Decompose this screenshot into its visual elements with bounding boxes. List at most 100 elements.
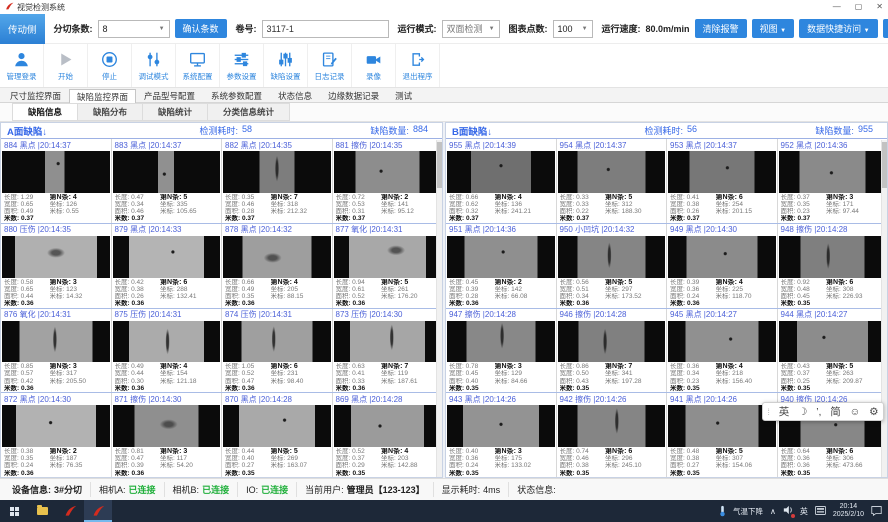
scrollbar-thumb[interactable]	[437, 142, 442, 188]
exit-button[interactable]: 退出程序	[396, 44, 440, 87]
keyboard-icon[interactable]	[815, 506, 826, 517]
defect-meter-mark: 米标: 132.41	[160, 293, 218, 300]
defect-image	[558, 321, 666, 363]
subtab-1[interactable]: 缺陷信息	[12, 103, 78, 121]
detect-time-label: 检测耗时:	[200, 124, 239, 137]
panel-scrollbar[interactable]	[881, 140, 887, 477]
data-access-menu-button[interactable]: 数据快捷访问 ▼	[799, 19, 877, 38]
file-explorer-button[interactable]	[28, 500, 56, 522]
system-config-button[interactable]: 系统配置	[176, 44, 220, 87]
drive-side-button[interactable]: 传动侧	[0, 14, 45, 44]
chart-points-select[interactable]: 100 ▼	[553, 20, 593, 38]
slit-count-select[interactable]: 8 ▼	[98, 20, 170, 38]
app-taskbar-button[interactable]	[56, 500, 84, 522]
defect-cell[interactable]: 874 压伤 |20:14:31长度: 1.05宽度: 0.52面积: 0.47…	[221, 309, 332, 393]
tray-clock[interactable]: 20:14 2025/2/10	[833, 503, 864, 519]
weather-text[interactable]: 气温下降	[733, 506, 763, 517]
clear-alarm-button[interactable]: 清除报警	[695, 19, 747, 38]
defect-cell[interactable]: 951 黑点 |20:14:36长度: 0.45宽度: 0.39面积: 0.28…	[446, 224, 556, 308]
defect-position: 第N条: 7坐标: 318米标: 212.32	[271, 194, 329, 222]
close-icon[interactable]: ✕	[876, 3, 883, 11]
ime-lang-indicator[interactable]: 英	[800, 506, 808, 517]
debug-mode-button[interactable]: 调试模式	[132, 44, 176, 87]
defect-cell[interactable]: 884 黑点 |20:14:37长度: 1.29宽度: 0.65面积: 0.49…	[1, 139, 111, 223]
defect-length: 长度: 0.66	[225, 279, 271, 286]
scrollbar-thumb[interactable]	[882, 142, 887, 188]
defect-cell-header: 953 黑点 |20:14:37	[667, 139, 777, 151]
defect-cell[interactable]: 883 黑点 |20:14:37长度: 0.47宽度: 0.34面积: 0.46…	[111, 139, 222, 223]
chevron-down-icon: ▼	[159, 26, 165, 32]
tab-6[interactable]: 边缘数据记录	[320, 88, 387, 102]
defect-cell[interactable]: 952 黑点 |20:14:36长度: 0.37宽度: 0.35面积: 0.23…	[777, 139, 888, 223]
defect-cell[interactable]: 954 黑点 |20:14:37长度: 0.33宽度: 0.33面积: 0.22…	[556, 139, 667, 223]
stop-button[interactable]: 停止	[88, 44, 132, 87]
defect-cell[interactable]: 953 黑点 |20:14:37长度: 0.41宽度: 0.38面积: 0.26…	[666, 139, 777, 223]
defect-cell[interactable]: 945 黑点 |20:14:27长度: 0.36宽度: 0.34面积: 0.23…	[666, 309, 777, 393]
view-menu-button[interactable]: 视图 ▼	[752, 19, 794, 38]
defect-cell[interactable]: 871 擦伤 |20:14:30长度: 0.81宽度: 0.47面积: 0.39…	[111, 393, 222, 477]
tray-expand-icon[interactable]: ∧	[770, 507, 776, 516]
ime-lang-en[interactable]: 英	[779, 404, 790, 419]
defect-cell[interactable]: 882 黑点 |20:14:35长度: 0.35宽度: 0.46面积: 0.28…	[221, 139, 332, 223]
defect-cell[interactable]: 877 氧化 |20:14:31长度: 0.94宽度: 0.61面积: 0.52…	[332, 224, 443, 308]
defect-cell[interactable]: 941 黑点 |20:14:26长度: 0.48宽度: 0.38面积: 0.27…	[666, 393, 777, 477]
subtab-2[interactable]: 缺陷分布	[78, 103, 143, 121]
defect-cell[interactable]: 876 氧化 |20:14:31长度: 0.85宽度: 0.57面积: 0.42…	[1, 309, 111, 393]
app-taskbar-button-active[interactable]	[84, 500, 112, 522]
defect-cell[interactable]: 870 黑点 |20:14:28长度: 0.44宽度: 0.40面积: 0.27…	[221, 393, 332, 477]
defect-settings-button[interactable]: 缺陷设置	[264, 44, 308, 87]
log-button[interactable]: 日志记录	[308, 44, 352, 87]
defect-cell[interactable]: 875 压伤 |20:14:31长度: 0.49宽度: 0.44面积: 0.30…	[111, 309, 222, 393]
ime-settings-icon[interactable]: ⚙	[869, 406, 878, 418]
defect-cell[interactable]: 879 黑点 |20:14:33长度: 0.42宽度: 0.38面积: 0.26…	[111, 224, 222, 308]
defect-cell[interactable]: 949 黑点 |20:14:30长度: 0.39宽度: 0.36面积: 0.24…	[666, 224, 777, 308]
defect-cell[interactable]: 946 擦伤 |20:14:28长度: 0.86宽度: 0.50面积: 0.43…	[556, 309, 667, 393]
ime-moon-icon[interactable]: ☽	[798, 406, 807, 418]
volume-icon[interactable]	[783, 505, 793, 517]
defect-cell[interactable]: 880 压伤 |20:14:35长度: 0.58宽度: 0.65面积: 0.44…	[1, 224, 111, 308]
defect-metrics: 长度: 0.56宽度: 0.51面积: 0.34米数: 0.36	[560, 279, 606, 307]
tab-7[interactable]: 测试	[387, 88, 420, 102]
run-mode-select[interactable]: 双面检测 ▼	[442, 20, 500, 38]
roll-number-input[interactable]	[262, 20, 389, 38]
record-button[interactable]: 录像	[352, 44, 396, 87]
panel-scrollbar[interactable]	[436, 140, 442, 477]
tab-1[interactable]: 尺寸监控界面	[2, 88, 69, 102]
defect-area: 面积: 0.47	[225, 378, 271, 385]
tab-5[interactable]: 状态信息	[270, 88, 320, 102]
subtab-4[interactable]: 分类信息统计	[208, 103, 290, 121]
defect-cell[interactable]: 872 黑点 |20:14:30长度: 0.38宽度: 0.35面积: 0.24…	[1, 393, 111, 477]
defect-length: 长度: 0.66	[449, 194, 495, 201]
notification-center-icon[interactable]	[871, 505, 882, 518]
tab-2[interactable]: 缺陷监控界面	[69, 89, 136, 103]
start-button[interactable]	[0, 500, 28, 522]
start-button[interactable]: 开始	[44, 44, 88, 87]
ime-simplified[interactable]: 简	[830, 404, 841, 419]
defect-cell[interactable]: 943 黑点 |20:14:26长度: 0.40宽度: 0.36面积: 0.24…	[446, 393, 556, 477]
defect-length: 长度: 0.78	[449, 363, 495, 370]
user-icon	[13, 50, 30, 69]
defect-cell[interactable]: 878 黑点 |20:14:32长度: 0.66宽度: 0.49面积: 0.35…	[221, 224, 332, 308]
ime-punct[interactable]: ’,	[816, 406, 821, 418]
defect-image	[223, 405, 331, 447]
defect-cell[interactable]: 950 小凹坑 |20:14:32长度: 0.56宽度: 0.51面积: 0.3…	[556, 224, 667, 308]
confirm-count-button[interactable]: 确认条数	[175, 19, 227, 38]
defect-cell[interactable]: 881 擦伤 |20:14:35长度: 0.72宽度: 0.53面积: 0.31…	[332, 139, 443, 223]
minimize-icon[interactable]: —	[833, 3, 841, 11]
drag-handle-icon[interactable]: ⁞	[767, 407, 770, 417]
param-settings-button[interactable]: 参数设置	[220, 44, 264, 87]
defect-cell[interactable]: 955 黑点 |20:14:39长度: 0.66宽度: 0.62面积: 0.32…	[446, 139, 556, 223]
tab-3[interactable]: 产品型号配置	[136, 88, 203, 102]
maximize-icon[interactable]: ▢	[855, 3, 863, 11]
defect-cell[interactable]: 869 黑点 |20:14:28长度: 0.52宽度: 0.37面积: 0.29…	[332, 393, 443, 477]
defect-cell[interactable]: 944 黑点 |20:14:27长度: 0.43宽度: 0.37面积: 0.25…	[777, 309, 888, 393]
admin-login-button[interactable]: 管理登录	[0, 44, 44, 87]
tab-4[interactable]: 系统参数配置	[203, 88, 270, 102]
defect-cell[interactable]: 873 压伤 |20:14:30长度: 0.63宽度: 0.41面积: 0.33…	[332, 309, 443, 393]
help-menu-button[interactable]: 帮助 ▼	[883, 19, 888, 38]
defect-cell[interactable]: 947 擦伤 |20:14:28长度: 0.78宽度: 0.45面积: 0.40…	[446, 309, 556, 393]
defect-cell[interactable]: 948 擦伤 |20:14:28长度: 0.92宽度: 0.48面积: 0.45…	[777, 224, 888, 308]
subtab-3[interactable]: 缺陷统计	[143, 103, 208, 121]
ime-face-icon[interactable]: ☺	[850, 406, 861, 418]
defect-cell[interactable]: 942 擦伤 |20:14:26长度: 0.74宽度: 0.46面积: 0.38…	[556, 393, 667, 477]
